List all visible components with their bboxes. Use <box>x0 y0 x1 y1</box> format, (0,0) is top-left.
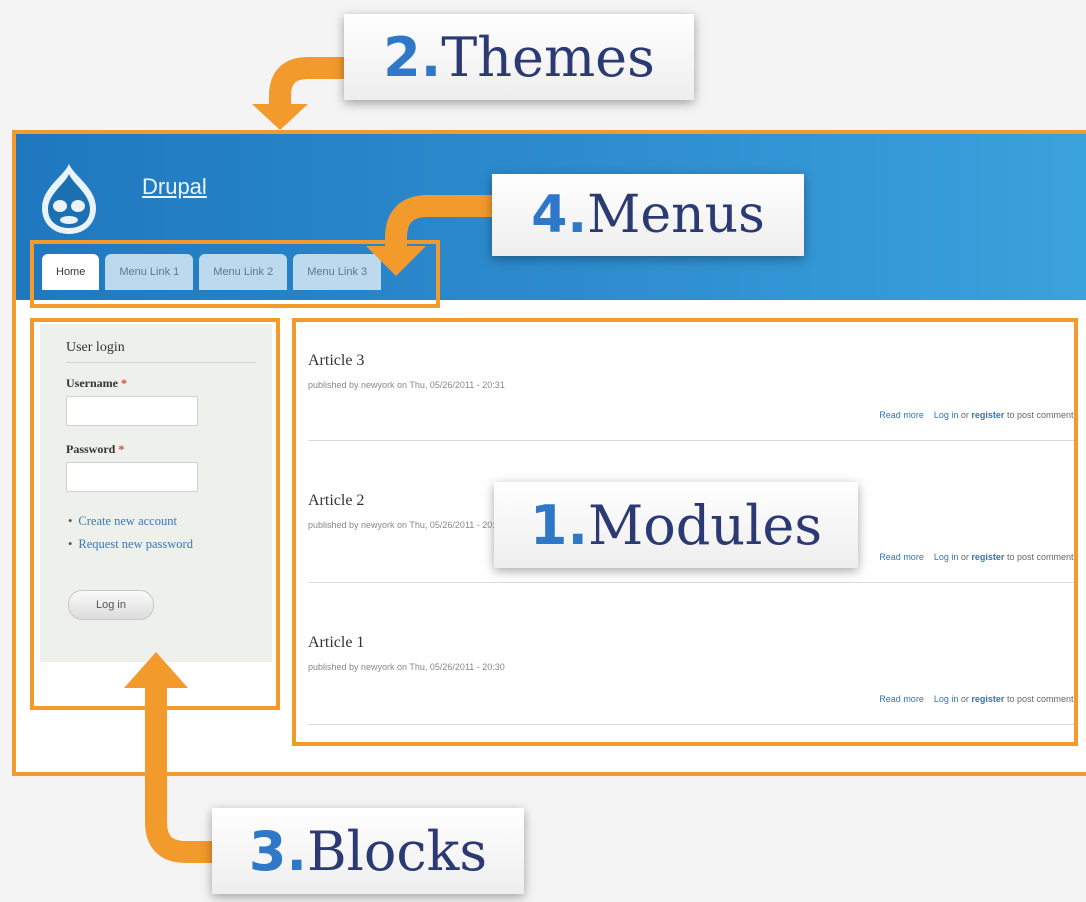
callout-label: Themes <box>441 25 655 89</box>
arrow-head-icon <box>366 246 426 276</box>
callout-number: 4. <box>531 185 588 245</box>
callout-label: Modules <box>588 493 823 557</box>
annotation-arrows <box>124 57 492 863</box>
callout-themes: 2. Themes <box>344 14 694 100</box>
arrow-head-icon <box>124 652 188 688</box>
callout-menus: 4. Menus <box>492 174 804 256</box>
arrow-head-icon <box>252 104 308 130</box>
callout-blocks: 3. Blocks <box>212 808 524 894</box>
callout-modules: 1. Modules <box>494 482 858 568</box>
callout-number: 1. <box>529 493 588 557</box>
callout-label: Menus <box>587 185 765 245</box>
callout-number: 2. <box>383 25 442 89</box>
callout-number: 3. <box>248 819 307 883</box>
callout-label: Blocks <box>306 819 488 883</box>
